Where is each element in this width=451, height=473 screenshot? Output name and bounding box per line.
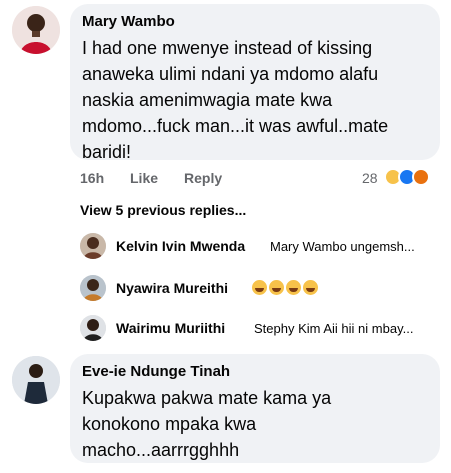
avatar[interactable]: [12, 356, 60, 404]
avatar[interactable]: [80, 275, 106, 301]
laughing-emoji-icon: [269, 280, 284, 295]
comment-bubble: Eve-ie Ndunge Tinah Kupakwa pakwa mate k…: [70, 354, 440, 463]
reply-author[interactable]: Nyawira Mureithi: [116, 280, 228, 296]
angry-reaction-icon: [412, 168, 430, 186]
reply-row: Nyawira Mureithi: [80, 275, 440, 305]
reply-row: Wairimu Muriithi Stephy Kim Aii hii ni m…: [80, 315, 440, 345]
comment-author[interactable]: Mary Wambo: [82, 13, 175, 30]
reply-emoji-text: [252, 280, 320, 296]
reply-author[interactable]: Wairimu Muriithi: [116, 320, 225, 336]
laughing-emoji-icon: [252, 280, 267, 295]
view-previous-replies[interactable]: View 5 previous replies...: [80, 202, 246, 218]
laughing-emoji-icon: [303, 280, 318, 295]
reply-row: Kelvin Ivin Mwenda Mary Wambo ungemsh...: [80, 233, 440, 263]
comment-bubble: Mary Wambo I had one mwenye instead of k…: [70, 4, 440, 162]
comment-text: Kupakwa pakwa mate kama ya konokono mpak…: [82, 388, 332, 460]
comment-time[interactable]: 16h: [80, 170, 104, 186]
avatar[interactable]: [80, 315, 106, 341]
reply-text: Stephy Kim Aii hii ni mbay...: [254, 321, 414, 336]
reply-text: Mary Wambo ungemsh...: [270, 239, 415, 254]
reaction-count[interactable]: 28: [362, 170, 378, 186]
avatar[interactable]: [80, 233, 106, 259]
comment-author[interactable]: Eve-ie Ndunge Tinah: [82, 363, 230, 380]
like-button[interactable]: Like: [130, 170, 158, 186]
reply-button[interactable]: Reply: [184, 170, 222, 186]
reply-author[interactable]: Kelvin Ivin Mwenda: [116, 238, 245, 254]
avatar[interactable]: [12, 6, 60, 54]
comment-text: I had one mwenye instead of kissing anaw…: [82, 38, 389, 162]
laughing-emoji-icon: [286, 280, 301, 295]
